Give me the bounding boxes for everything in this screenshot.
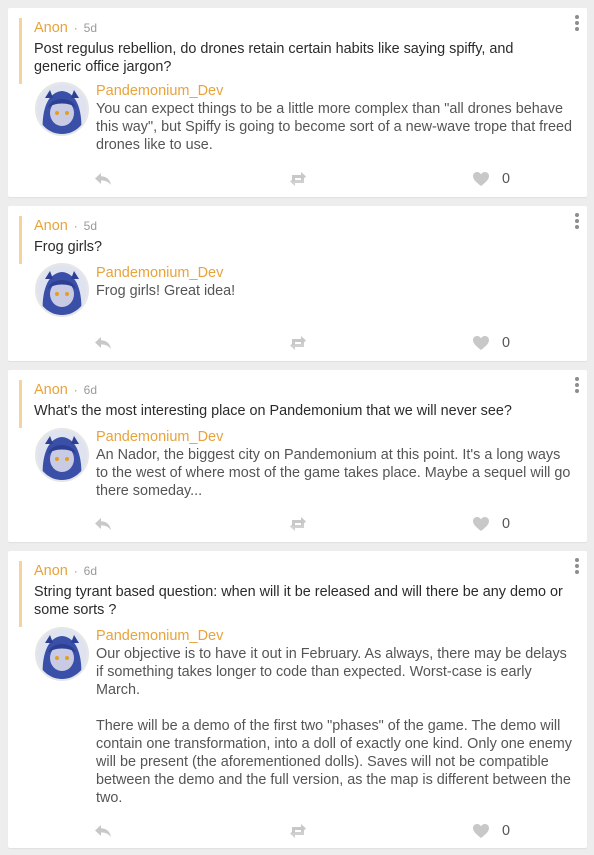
question-text: Post regulus rebellion, do drones retain… bbox=[34, 41, 514, 75]
repost-button[interactable] bbox=[288, 167, 308, 191]
post-age[interactable]: 5d bbox=[84, 21, 97, 35]
asker-name[interactable]: Anon bbox=[34, 218, 68, 234]
repost-button[interactable] bbox=[288, 512, 308, 536]
post-age[interactable]: 6d bbox=[84, 383, 97, 397]
action-bar: 0 bbox=[8, 512, 587, 536]
question-meta: Anon · 6d bbox=[34, 380, 97, 399]
action-bar: 0 bbox=[8, 331, 587, 355]
like-count: 0 bbox=[502, 335, 511, 351]
like-button[interactable] bbox=[472, 167, 490, 191]
quote-bar bbox=[19, 216, 22, 264]
like-button[interactable] bbox=[472, 819, 490, 843]
repost-arrows-icon bbox=[290, 172, 306, 186]
answer-text: Our objective is to have it out in Febru… bbox=[96, 646, 572, 806]
reply-arrow-icon bbox=[95, 337, 111, 349]
post-card: Anon · 6d What's the most interesting pl… bbox=[8, 370, 587, 542]
answerer-name[interactable]: Pandemonium_Dev bbox=[96, 264, 223, 282]
reply-button[interactable] bbox=[94, 512, 112, 536]
meta-separator: · bbox=[73, 564, 78, 578]
asker-name[interactable]: Anon bbox=[34, 20, 68, 36]
avatar-image bbox=[37, 84, 87, 134]
answer-text: An Nador, the biggest city on Pandemoniu… bbox=[96, 447, 571, 499]
like-count: 0 bbox=[502, 516, 511, 532]
question-meta: Anon · 5d bbox=[34, 18, 97, 37]
repost-arrows-icon bbox=[290, 336, 306, 350]
like-count: 0 bbox=[502, 171, 511, 187]
reply-arrow-icon bbox=[95, 518, 111, 530]
post-age[interactable]: 6d bbox=[84, 564, 97, 578]
post-card: Anon · 5d Frog girls? Pandemonium_Dev Fr… bbox=[8, 206, 587, 361]
meta-separator: · bbox=[73, 21, 78, 35]
repost-button[interactable] bbox=[288, 819, 308, 843]
meta-separator: · bbox=[73, 219, 78, 233]
vertical-dots-icon[interactable] bbox=[573, 377, 581, 395]
answerer-name[interactable]: Pandemonium_Dev bbox=[96, 82, 223, 100]
avatar[interactable] bbox=[35, 428, 89, 482]
answer-text: Frog girls! Great idea! bbox=[96, 283, 236, 299]
heart-icon bbox=[473, 824, 489, 838]
question-text: Frog girls? bbox=[34, 239, 102, 255]
answer-text: You can expect things to be a little mor… bbox=[96, 101, 572, 153]
reply-button[interactable] bbox=[94, 819, 112, 843]
avatar[interactable] bbox=[35, 263, 89, 317]
post-card: Anon · 6d String tyrant based question: … bbox=[8, 551, 587, 848]
avatar-image bbox=[37, 629, 87, 679]
answerer-name[interactable]: Pandemonium_Dev bbox=[96, 428, 223, 446]
avatar-image bbox=[37, 430, 87, 480]
like-button[interactable] bbox=[472, 331, 490, 355]
reply-arrow-icon bbox=[95, 825, 111, 837]
heart-icon bbox=[473, 172, 489, 186]
asker-name[interactable]: Anon bbox=[34, 382, 68, 398]
post-card: Anon · 5d Post regulus rebellion, do dro… bbox=[8, 8, 587, 197]
vertical-dots-icon[interactable] bbox=[573, 15, 581, 33]
answerer-name[interactable]: Pandemonium_Dev bbox=[96, 627, 223, 645]
like-button[interactable] bbox=[472, 512, 490, 536]
action-bar: 0 bbox=[8, 167, 587, 191]
heart-icon bbox=[473, 336, 489, 350]
question-text: What's the most interesting place on Pan… bbox=[34, 403, 512, 419]
action-bar: 0 bbox=[8, 819, 587, 843]
question-meta: Anon · 5d bbox=[34, 216, 97, 235]
quote-bar bbox=[19, 380, 22, 428]
repost-button[interactable] bbox=[288, 331, 308, 355]
asker-name[interactable]: Anon bbox=[34, 563, 68, 579]
vertical-dots-icon[interactable] bbox=[573, 558, 581, 576]
meta-separator: · bbox=[73, 383, 78, 397]
repost-arrows-icon bbox=[290, 824, 306, 838]
question-meta: Anon · 6d bbox=[34, 561, 97, 580]
quote-bar bbox=[19, 18, 22, 84]
reply-button[interactable] bbox=[94, 331, 112, 355]
like-count: 0 bbox=[502, 823, 511, 839]
reply-button[interactable] bbox=[94, 167, 112, 191]
post-age[interactable]: 5d bbox=[84, 219, 97, 233]
repost-arrows-icon bbox=[290, 517, 306, 531]
vertical-dots-icon[interactable] bbox=[573, 213, 581, 231]
heart-icon bbox=[473, 517, 489, 531]
question-text: String tyrant based question: when will … bbox=[34, 584, 563, 618]
reply-arrow-icon bbox=[95, 173, 111, 185]
avatar[interactable] bbox=[35, 627, 89, 681]
quote-bar bbox=[19, 561, 22, 627]
avatar[interactable] bbox=[35, 82, 89, 136]
avatar-image bbox=[37, 265, 87, 315]
